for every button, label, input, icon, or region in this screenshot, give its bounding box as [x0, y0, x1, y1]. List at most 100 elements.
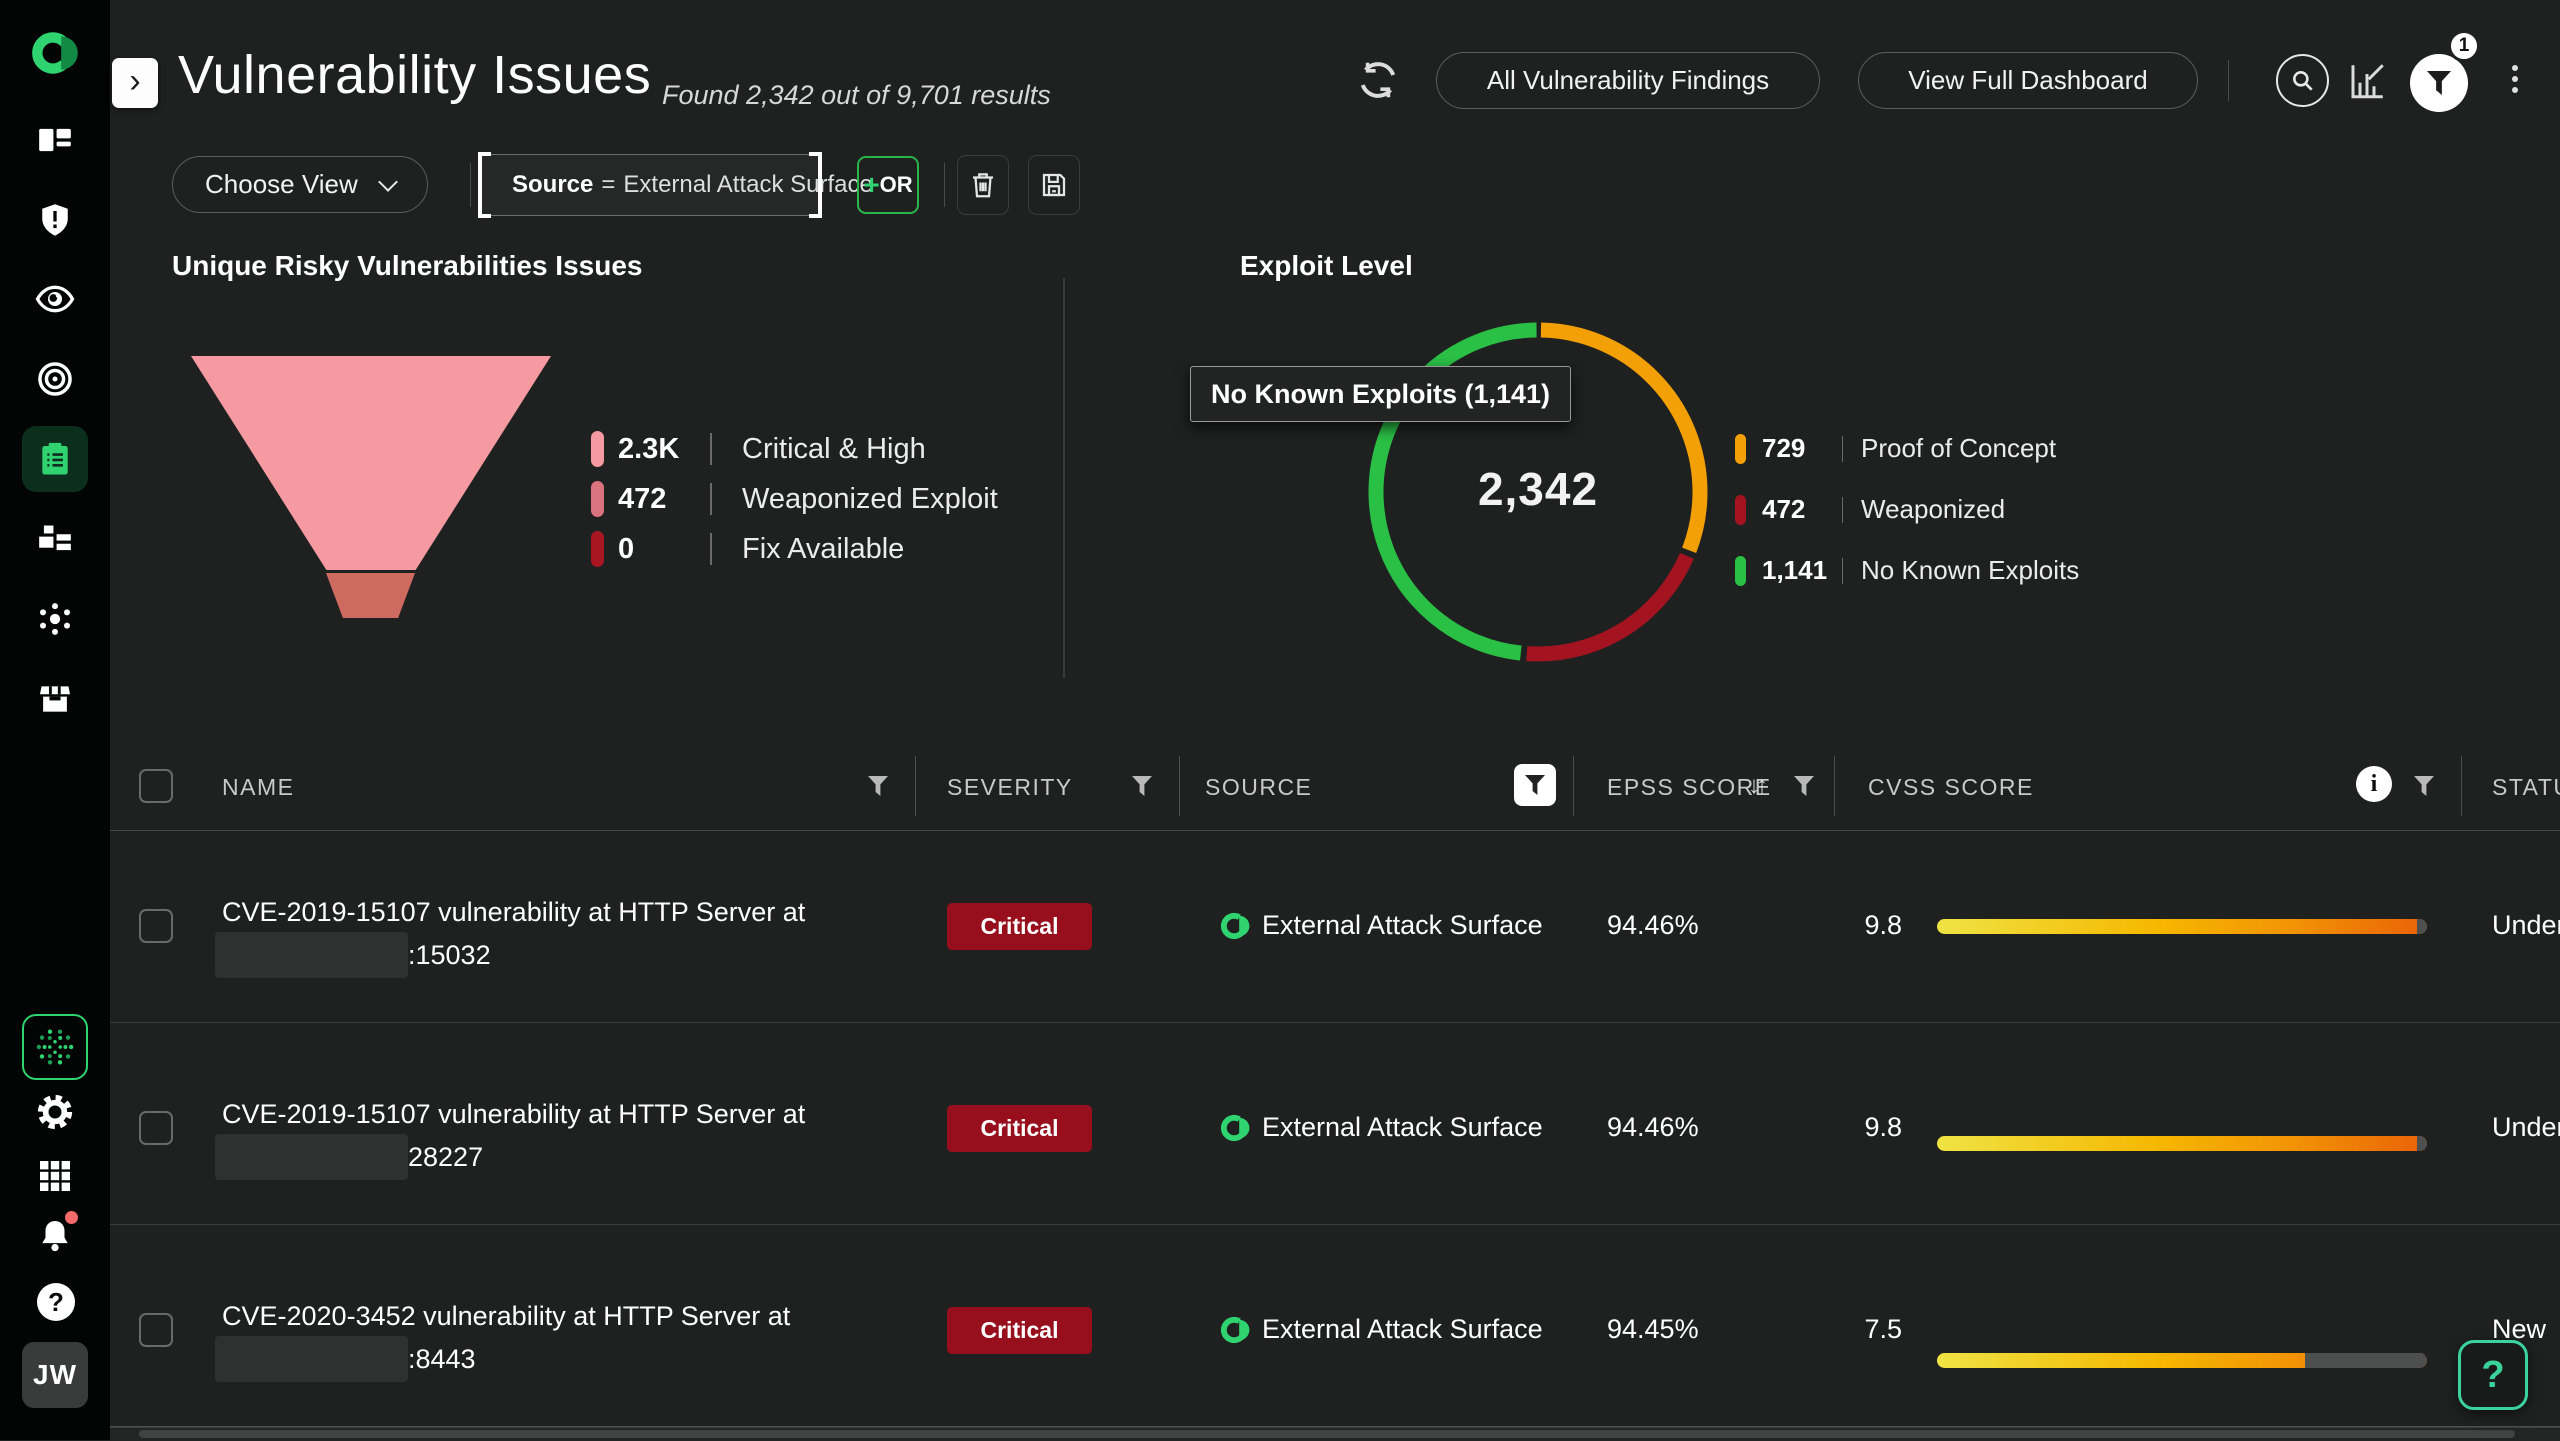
row-separator: [110, 1022, 2560, 1023]
col-header-source[interactable]: SOURCE: [1205, 774, 1312, 801]
status-value: Under Investigation: [2492, 1112, 2560, 1143]
vuln-name-line1[interactable]: CVE-2019-15107 vulnerability at HTTP Ser…: [222, 897, 805, 928]
row-checkbox[interactable]: [139, 909, 173, 943]
row-separator: [110, 1224, 2560, 1225]
vuln-name-line2[interactable]: :8443: [215, 1336, 476, 1382]
cvss-value: 9.8: [1830, 910, 1902, 941]
legend-item: 729 Proof of Concept: [1735, 418, 2079, 479]
legend-value: 1,141: [1762, 555, 1842, 586]
epss-value: 94.46%: [1607, 1112, 1699, 1143]
issues-clipboard-icon: [36, 440, 74, 478]
cvss-filter-icon[interactable]: [2414, 776, 2434, 796]
legend-value: 2.3K: [618, 433, 710, 466]
severity-filter-icon[interactable]: [1132, 776, 1152, 796]
add-or-condition-button[interactable]: + OR: [857, 156, 919, 214]
help-fab-button[interactable]: ?: [2458, 1340, 2528, 1410]
col-header-status[interactable]: STATUS: [2492, 774, 2560, 801]
sidebar-item-apps[interactable]: [35, 1156, 75, 1196]
cvss-bar-remainder: [2417, 1136, 2427, 1151]
row-checkbox[interactable]: [139, 1313, 173, 1347]
row-checkbox[interactable]: [139, 1111, 173, 1145]
select-all-checkbox[interactable]: [139, 769, 173, 803]
sidebar-item-assets[interactable]: [35, 519, 75, 559]
funnel-legend: 2.3K Critical & High 472 Weaponized Expl…: [591, 424, 998, 574]
sidebar: ? JW: [0, 0, 110, 1440]
redacted-host: [215, 1336, 408, 1382]
plus-icon: +: [863, 169, 879, 201]
col-header-cvss[interactable]: CVSS SCORE: [1868, 774, 2034, 801]
chart-icon: [2346, 60, 2388, 102]
vuln-name-line2[interactable]: 28227: [215, 1134, 483, 1180]
epss-value: 94.46%: [1607, 910, 1699, 941]
epss-filter-icon[interactable]: [1794, 776, 1814, 796]
filter-chip-source[interactable]: Source = External Attack Surface: [481, 154, 819, 216]
sidebar-item-integrations[interactable]: [35, 599, 75, 639]
vuln-port: :8443: [408, 1344, 476, 1375]
more-menu-button[interactable]: [2512, 60, 2518, 98]
source-brand-icon: [1218, 1311, 1256, 1349]
table-row[interactable]: CVE-2019-15107 vulnerability at HTTP Ser…: [0, 0, 2560, 15]
table-row[interactable]: CVE-2019-15107 vulnerability at HTTP Ser…: [0, 15, 2560, 30]
vuln-name-line2[interactable]: :15032: [215, 932, 491, 978]
sidebar-item-dashboard[interactable]: [35, 120, 75, 160]
eye-icon: [35, 278, 75, 320]
sidebar-item-marketplace[interactable]: [35, 679, 75, 719]
vuln-name-line1[interactable]: CVE-2019-15107 vulnerability at HTTP Ser…: [222, 1099, 805, 1130]
status-value: Under Investigation: [2492, 910, 2560, 941]
results-count: Found 2,342 out of 9,701 results: [662, 80, 1051, 111]
epss-sort-icon[interactable]: ↓↑: [1748, 772, 1764, 800]
col-header-severity[interactable]: SEVERITY: [947, 774, 1073, 801]
search-button[interactable]: [2276, 54, 2329, 107]
col-header-epss[interactable]: EPSS SCORE: [1607, 774, 1772, 801]
sidebar-item-assessment[interactable]: [35, 359, 75, 399]
refresh-button[interactable]: [1354, 56, 1402, 104]
brand-logo-icon[interactable]: [29, 26, 83, 80]
filterbar-divider-2: [944, 163, 945, 207]
sidebar-item-settings[interactable]: [35, 1092, 75, 1132]
source-label: External Attack Surface: [1262, 910, 1543, 941]
donut-total: 2,342: [1368, 462, 1708, 516]
reports-button[interactable]: [2346, 60, 2388, 102]
source-filter-active-button[interactable]: [1514, 764, 1556, 806]
panel-divider: [1063, 278, 1065, 678]
source-label: External Attack Surface: [1262, 1112, 1543, 1143]
name-filter-icon[interactable]: [868, 776, 888, 796]
selection-bracket-left: [478, 152, 491, 218]
legend-label: No Known Exploits: [1861, 555, 2079, 586]
delete-filter-button[interactable]: [957, 155, 1009, 215]
view-dashboard-button[interactable]: View Full Dashboard: [1858, 52, 2198, 109]
col-header-name[interactable]: NAME: [222, 774, 294, 801]
header-divider: [2228, 60, 2229, 101]
table-row[interactable]: CVE-2020-3452 vulnerability at HTTP Serv…: [0, 30, 2560, 45]
sidebar-item-monitor[interactable]: [35, 279, 75, 319]
cvss-info-icon[interactable]: i: [2356, 766, 2392, 802]
chip-value: External Attack Surface: [623, 171, 872, 199]
legend-value: 729: [1762, 433, 1842, 464]
funnel-segment-bottom[interactable]: [326, 573, 415, 618]
legend-label: Fix Available: [742, 533, 904, 566]
cvss-score-bar: [1937, 1136, 2427, 1151]
legend-item: 472 Weaponized Exploit: [591, 474, 998, 524]
avatar[interactable]: JW: [22, 1342, 88, 1408]
chip-field: Source: [512, 171, 593, 199]
choose-view-dropdown[interactable]: Choose View: [172, 156, 428, 213]
gear-icon: [35, 1092, 75, 1132]
sidebar-collapse-button[interactable]: ›: [112, 58, 158, 108]
sidebar-item-whats-new[interactable]: [22, 1014, 88, 1080]
dotted-spiral-icon: [30, 1022, 80, 1072]
sidebar-item-help[interactable]: ?: [37, 1283, 75, 1321]
save-view-button[interactable]: [1028, 155, 1080, 215]
filters-button[interactable]: [2410, 54, 2468, 112]
horizontal-scrollbar-thumb[interactable]: [139, 1430, 2515, 1438]
legend-label: Proof of Concept: [1861, 433, 2056, 464]
funnel-segment-top[interactable]: [191, 356, 551, 570]
all-findings-button[interactable]: All Vulnerability Findings: [1436, 52, 1820, 109]
source-brand-icon: [1218, 907, 1256, 945]
sidebar-item-notifications[interactable]: [35, 1218, 75, 1258]
legend-item: 0 Fix Available: [591, 524, 998, 574]
vuln-name-line1[interactable]: CVE-2020-3452 vulnerability at HTTP Serv…: [222, 1301, 790, 1332]
severity-badge: Critical: [947, 903, 1092, 950]
sidebar-item-issues-active[interactable]: [22, 426, 88, 492]
legend-label: Critical & High: [742, 433, 926, 466]
sidebar-item-risk[interactable]: [35, 200, 75, 240]
